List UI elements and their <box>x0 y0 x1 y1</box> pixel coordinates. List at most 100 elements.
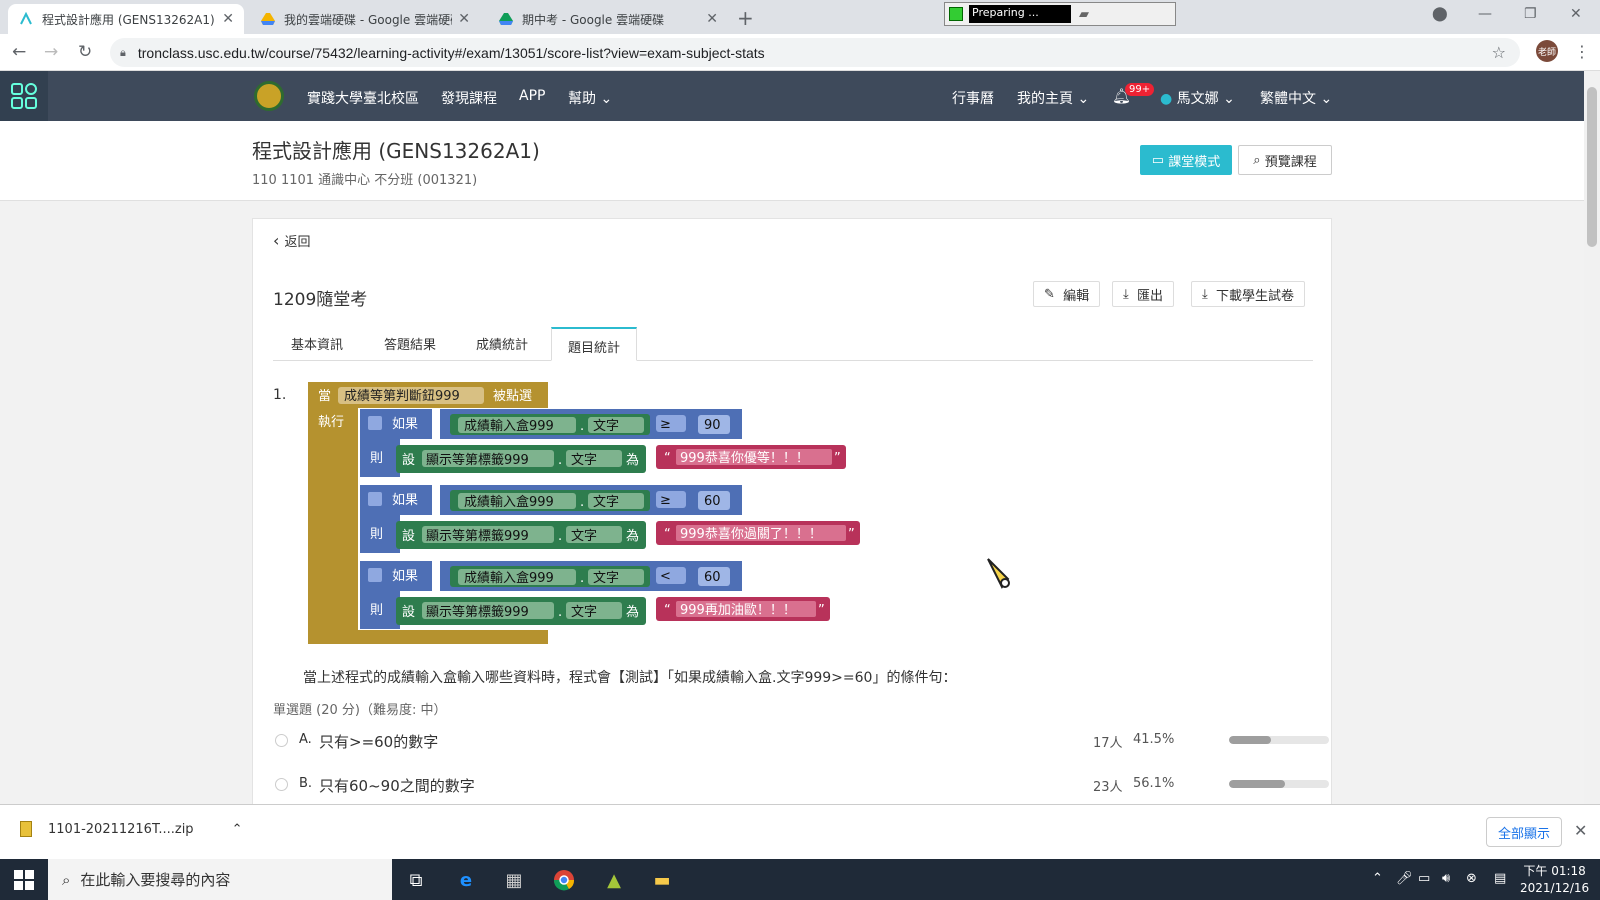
site-navbar: 實踐大學臺北校區 發現課程 APP 幫助 ⌄ 行事曆 我的主頁 ⌄ 🔔︎ 99+… <box>0 71 1584 121</box>
task-view-icon[interactable]: ⧉ <box>400 865 432 895</box>
option-count: 23人 <box>1093 780 1123 795</box>
back-arrow-icon[interactable]: ← <box>12 42 26 62</box>
chevron-up-icon[interactable]: ⌃ <box>1372 871 1383 886</box>
export-label: 匯出 <box>1137 288 1164 304</box>
exam-tabs: 基本資訊 答題結果 成績統計 題目統計 <box>273 327 1313 361</box>
notifications-icon[interactable]: ▤ <box>1494 871 1506 886</box>
dot-label: . <box>580 495 584 510</box>
forward-arrow-icon[interactable]: → <box>44 42 58 62</box>
option-percent: 56.1% <box>1133 776 1175 791</box>
windows-start-icon[interactable] <box>14 870 34 890</box>
close-icon[interactable]: ✕ <box>1574 821 1587 840</box>
chevron-down-icon: ⌄ <box>1316 91 1333 107</box>
threshold-value: 60 <box>704 570 721 585</box>
then-label: 則 <box>370 603 383 618</box>
nav-language[interactable]: 繁體中文 ⌄ <box>1260 88 1332 108</box>
clock-date: 2021/12/16 <box>1520 881 1590 895</box>
browser-tab-drive[interactable]: 我的雲端硬碟 - Google 雲端硬碟 ✕ <box>250 4 480 34</box>
tab-score-stats[interactable]: 成績統計 <box>476 334 528 353</box>
back-link[interactable]: ‹ 返回 <box>273 231 311 250</box>
set-label: 設 <box>402 452 415 468</box>
nav-discover[interactable]: 發現課程 <box>441 88 497 108</box>
scrollbar-thumb[interactable] <box>1587 87 1597 247</box>
taskbar-clock[interactable]: 下午 01:18 2021/12/16 <box>1520 863 1589 897</box>
radio-button[interactable] <box>275 734 288 747</box>
photos-icon[interactable]: ▦ <box>498 865 530 895</box>
android-studio-icon[interactable]: ▲ <box>598 865 630 895</box>
preview-course-button[interactable]: ⌕ 預覽課程 <box>1238 145 1332 175</box>
if-label: 如果 <box>392 568 418 584</box>
browser-tab-midterm[interactable]: 期中考 - Google 雲端硬碟 ✕ <box>488 4 728 34</box>
show-all-button[interactable]: 全部顯示 <box>1486 817 1562 847</box>
status-icon[interactable]: ⊗ <box>1466 871 1477 886</box>
question-text: 當上述程式的成績輸入盒輸入哪些資料時，程式會【測試】「如果成績輸入盒.文字999… <box>303 670 957 686</box>
class-mode-button[interactable]: ▭ 課堂模式 <box>1140 145 1232 175</box>
text-property: 文字 <box>571 605 597 620</box>
download-papers-button[interactable]: ⤓ 下載學生試卷 <box>1191 281 1306 307</box>
url-field[interactable]: 🔒︎ tronclass.usc.edu.tw/course/75432/lea… <box>110 38 1520 67</box>
close-icon[interactable]: ✕ <box>458 11 470 27</box>
tab-basic-info[interactable]: 基本資訊 <box>291 334 343 353</box>
question-meta: 單選題 (20 分)（難易度: 中） <box>273 703 447 718</box>
file-explorer-icon[interactable]: ▬ <box>646 865 678 895</box>
option-letter: B. <box>299 776 313 791</box>
tab-answer-results[interactable]: 答題結果 <box>384 334 436 353</box>
chevron-left-icon: ‹ <box>273 231 285 250</box>
network-icon[interactable]: ▭ <box>1418 871 1430 886</box>
app-inventor-blocks: 當 成績等第判斷鈕999 被點選 執行 如果 成績輸入盒999. 文字 ≥90則設顯示… <box>308 382 860 644</box>
message-text: 999恭喜你優等！！！ <box>680 450 809 466</box>
course-title: 程式設計應用 (GENS13262A1) <box>252 139 540 163</box>
comparison-operator: ≥ <box>660 493 671 508</box>
nav-calendar[interactable]: 行事曆 <box>952 88 994 108</box>
chevron-up-icon[interactable]: ⌃ <box>232 822 243 837</box>
threshold-value: 60 <box>704 494 721 509</box>
progress-fill <box>1229 780 1286 788</box>
block-shape <box>368 492 382 506</box>
nav-school[interactable]: 實踐大學臺北校區 <box>307 88 419 108</box>
edge-icon[interactable]: e <box>450 865 482 895</box>
tab-question-stats[interactable]: 題目統計 <box>551 327 638 361</box>
nav-home[interactable]: 我的主頁 ⌄ <box>1017 88 1089 108</box>
download-filename: 1101-20211216T....zip <box>48 821 194 837</box>
main-content: ‹ 返回 1209隨堂考 ✎ 編輯 ⤓ 匯出 ⤓ 下載學生試卷 基本資訊 答題結… <box>0 201 1584 808</box>
export-button[interactable]: ⤓ 匯出 <box>1112 281 1175 307</box>
for-label: 為 <box>626 604 639 620</box>
browser-menu-kebab-icon[interactable]: ⋮ <box>1574 42 1590 61</box>
class-mode-label: 課堂模式 <box>1168 154 1221 170</box>
profile-avatar[interactable]: 老師 <box>1536 40 1558 62</box>
microphone-icon[interactable]: 🎤︎ <box>1396 871 1413 886</box>
edit-icon: ✎ <box>1044 286 1064 302</box>
page-scrollbar[interactable] <box>1584 71 1600 804</box>
chrome-icon[interactable] <box>548 865 580 895</box>
google-drive-icon <box>260 11 276 27</box>
quote-open: “ <box>664 451 671 466</box>
window-close-button[interactable]: ✕ <box>1570 6 1582 22</box>
new-tab-button[interactable]: + <box>737 6 754 30</box>
close-icon[interactable]: ✕ <box>706 11 718 27</box>
edit-label: 編輯 <box>1063 288 1090 304</box>
chevron-down-icon: ⌄ <box>1218 91 1235 107</box>
when-label: 當 <box>318 389 331 404</box>
school-logo[interactable] <box>254 81 284 111</box>
nav-help[interactable]: 幫助 ⌄ <box>568 88 612 108</box>
volume-icon[interactable]: 🔊︎ <box>1442 871 1450 886</box>
close-icon[interactable]: ✕ <box>222 11 234 27</box>
comparison-operator: ≥ <box>660 417 671 432</box>
edit-button[interactable]: ✎ 編輯 <box>1033 281 1101 307</box>
taskbar-search[interactable]: ⌕ 在此輸入要搜尋的內容 <box>48 859 392 900</box>
nav-app[interactable]: APP <box>519 88 545 104</box>
browser-tab-course[interactable]: 程式設計應用 (GENS13262A1) ✕ <box>8 4 244 34</box>
nav-user-label: 馬文娜 <box>1176 91 1219 107</box>
minimize-button[interactable]: — <box>1478 6 1492 22</box>
message-text: 999再加油歐！！！ <box>680 603 796 618</box>
search-icon: ⌕ <box>1253 152 1265 168</box>
notification-badge: 99+ <box>1125 83 1155 96</box>
radio-button[interactable] <box>275 778 288 791</box>
bookmark-star-icon[interactable]: ☆ <box>1492 43 1506 62</box>
reload-icon[interactable]: ↻ <box>78 42 92 62</box>
download-item[interactable]: 1101-20211216T....zip ⌃ <box>20 821 242 837</box>
restore-button[interactable]: ❐ <box>1524 6 1537 22</box>
apps-grid-icon[interactable] <box>0 71 48 121</box>
nav-user[interactable]: ● 馬文娜 ⌄ <box>1160 88 1235 108</box>
browser-menu-icon[interactable]: ⬤ <box>1432 6 1448 22</box>
